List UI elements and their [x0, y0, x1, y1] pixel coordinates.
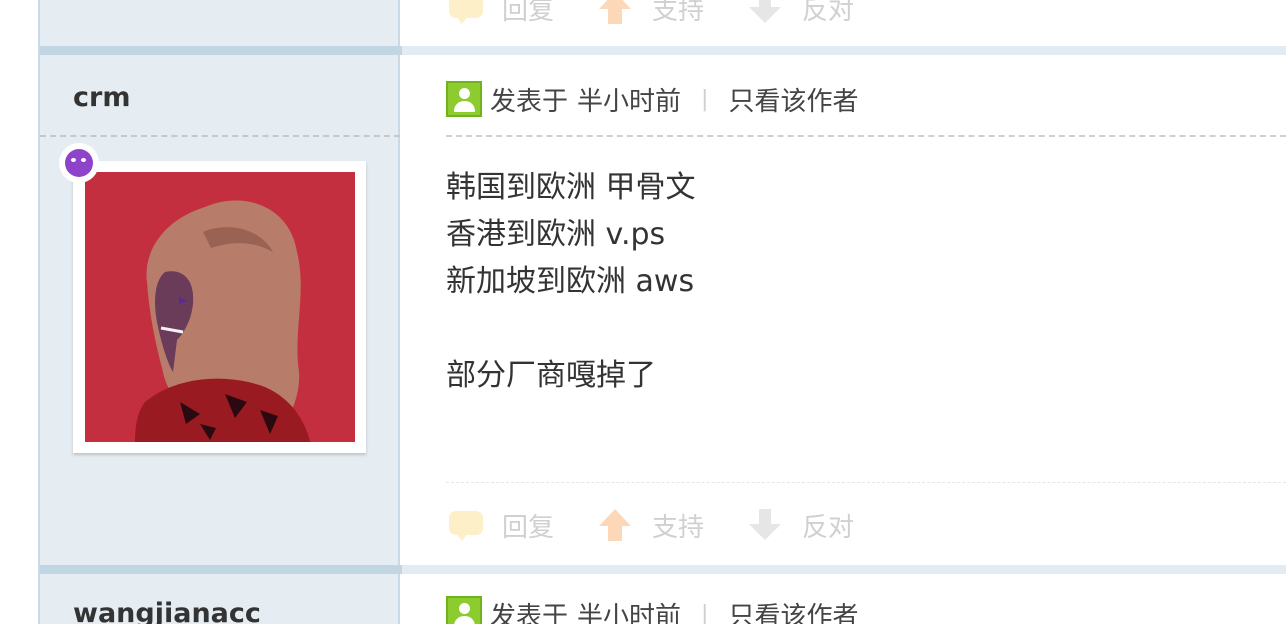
- user-icon: [446, 596, 482, 624]
- oppose-label: 反对: [802, 0, 855, 26]
- down-arrow-icon: [746, 507, 786, 543]
- support-button[interactable]: 支持: [596, 0, 704, 27]
- only-author-link[interactable]: 只看该作者: [728, 596, 858, 624]
- only-author-link[interactable]: 只看该作者: [728, 81, 858, 118]
- oppose-label: 反对: [802, 512, 855, 543]
- content-line: 部分厂商嘎掉了: [446, 358, 656, 393]
- post-0-actions: 回复 支持 反对: [446, 0, 896, 28]
- content-line: 新加坡到欧洲 aws: [446, 264, 695, 299]
- post-footer-divider: [446, 482, 1286, 483]
- posted-prefix: 发表于: [490, 86, 569, 117]
- post-separator: [402, 565, 1286, 574]
- username[interactable]: crm: [73, 82, 130, 113]
- posted-prefix: 发表于: [490, 601, 569, 624]
- reply-label: 回复: [502, 512, 555, 543]
- reply-button[interactable]: 回复: [446, 507, 554, 544]
- reply-label: 回复: [502, 0, 555, 26]
- oppose-button[interactable]: 反对: [746, 0, 854, 27]
- username[interactable]: wangjianacc: [73, 598, 261, 624]
- down-arrow-icon: [746, 0, 786, 26]
- post-meta: 发表于 半小时前 | 只看该作者: [446, 594, 858, 624]
- user-icon: [446, 81, 482, 117]
- meta-separator: |: [701, 601, 709, 624]
- post-time: 半小时前: [577, 601, 682, 624]
- avatar-illustration: [85, 172, 355, 442]
- post-0-sidebar: [40, 0, 400, 46]
- meta-separator: |: [701, 86, 709, 112]
- avatar[interactable]: [73, 161, 366, 453]
- post-separator: [402, 46, 1286, 55]
- sidebar-divider: [40, 135, 400, 137]
- reply-bubble-icon: [446, 507, 486, 543]
- avatar-image: [85, 172, 355, 442]
- content-line: [446, 305, 696, 352]
- post-1-actions: 回复 支持 反对: [446, 505, 896, 545]
- reply-button[interactable]: 回复: [446, 0, 554, 27]
- content-line: 韩国到欧洲 甲骨文: [446, 170, 696, 205]
- emoji-badge-icon: [59, 143, 99, 183]
- thumb-up-arrow-icon: [596, 507, 636, 543]
- oppose-button[interactable]: 反对: [746, 507, 854, 544]
- support-label: 支持: [652, 512, 705, 543]
- post-separator: [40, 46, 402, 55]
- post-content: 韩国到欧洲 甲骨文 香港到欧洲 v.ps 新加坡到欧洲 aws 部分厂商嘎掉了: [446, 164, 696, 399]
- reply-bubble-icon: [446, 0, 486, 26]
- content-line: 香港到欧洲 v.ps: [446, 217, 666, 252]
- thumb-up-arrow-icon: [596, 0, 636, 26]
- support-label: 支持: [652, 0, 705, 26]
- post-time: 半小时前: [577, 86, 682, 117]
- support-button[interactable]: 支持: [596, 507, 704, 544]
- post-separator: [40, 565, 402, 574]
- post-header-divider: [446, 135, 1286, 137]
- post-meta: 发表于 半小时前 | 只看该作者: [446, 79, 858, 119]
